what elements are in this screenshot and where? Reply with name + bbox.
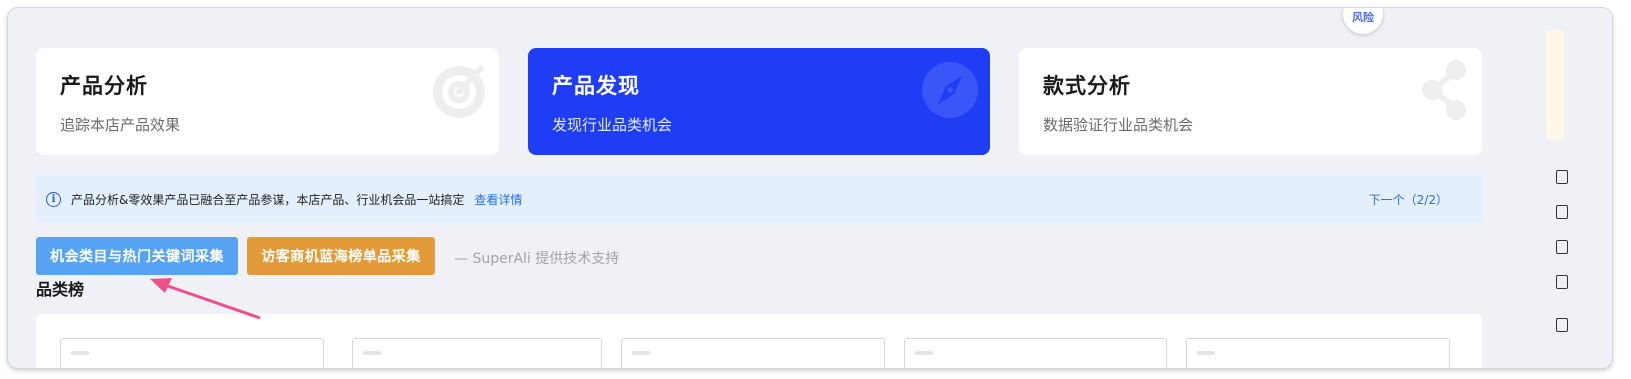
next-notice-link[interactable]: 下一个（2/2） bbox=[1369, 191, 1448, 208]
notice-bar: i 产品分析&零效果产品已融合至产品参谋，本店产品、行业机会品一站搞定 查看详情… bbox=[36, 175, 1482, 223]
placeholder-bar bbox=[1197, 351, 1215, 355]
placeholder-bar bbox=[363, 351, 381, 355]
side-tool-icon[interactable] bbox=[1556, 240, 1568, 254]
category-rank-panel bbox=[36, 314, 1482, 368]
filter-select[interactable] bbox=[904, 338, 1167, 368]
risk-badge[interactable]: 风险 bbox=[1343, 8, 1383, 34]
filter-select[interactable] bbox=[60, 338, 324, 368]
placeholder-bar bbox=[71, 351, 89, 355]
share-nodes-icon bbox=[1422, 60, 1466, 120]
notice-text: 产品分析&零效果产品已融合至产品参谋，本店产品、行业机会品一站搞定 bbox=[71, 192, 465, 207]
filter-select[interactable] bbox=[1186, 338, 1450, 368]
side-tool-icon[interactable] bbox=[1556, 275, 1568, 289]
side-tool-icon[interactable] bbox=[1556, 205, 1568, 219]
card-title: 款式分析 bbox=[1043, 74, 1131, 98]
filter-select[interactable] bbox=[352, 338, 602, 368]
card-title: 产品分析 bbox=[60, 74, 148, 98]
side-tool-icon[interactable] bbox=[1556, 318, 1568, 332]
side-promo[interactable] bbox=[1546, 30, 1564, 140]
card-title: 产品发现 bbox=[552, 74, 640, 98]
card-subtitle: 追踪本店产品效果 bbox=[60, 116, 181, 134]
app-window: 风险 产品分析 追踪本店产品效果 产品发现 发现行业品类机会 款式分析 数据验证… bbox=[8, 8, 1612, 368]
card-product-analysis[interactable]: 产品分析 追踪本店产品效果 bbox=[36, 48, 499, 155]
placeholder-bar bbox=[632, 351, 650, 355]
card-subtitle: 数据验证行业品类机会 bbox=[1043, 116, 1194, 134]
filter-select[interactable] bbox=[621, 338, 885, 368]
target-icon bbox=[433, 65, 485, 118]
side-tool-icon[interactable] bbox=[1556, 170, 1568, 184]
collect-keywords-button[interactable]: 机会类目与热门关键词采集 bbox=[36, 237, 238, 275]
collect-bluesea-button[interactable]: 访客商机蓝海榜单品采集 bbox=[247, 237, 435, 275]
info-icon: i bbox=[46, 191, 61, 207]
compass-icon bbox=[922, 62, 978, 118]
section-title: 品类榜 bbox=[36, 280, 85, 299]
card-subtitle: 发现行业品类机会 bbox=[552, 116, 673, 134]
view-details-link[interactable]: 查看详情 bbox=[474, 191, 522, 208]
placeholder-bar bbox=[915, 351, 933, 355]
support-text: — SuperAli 提供技术支持 bbox=[454, 251, 620, 267]
card-product-discovery[interactable]: 产品发现 发现行业品类机会 bbox=[528, 48, 990, 155]
card-style-analysis[interactable]: 款式分析 数据验证行业品类机会 bbox=[1019, 48, 1482, 155]
